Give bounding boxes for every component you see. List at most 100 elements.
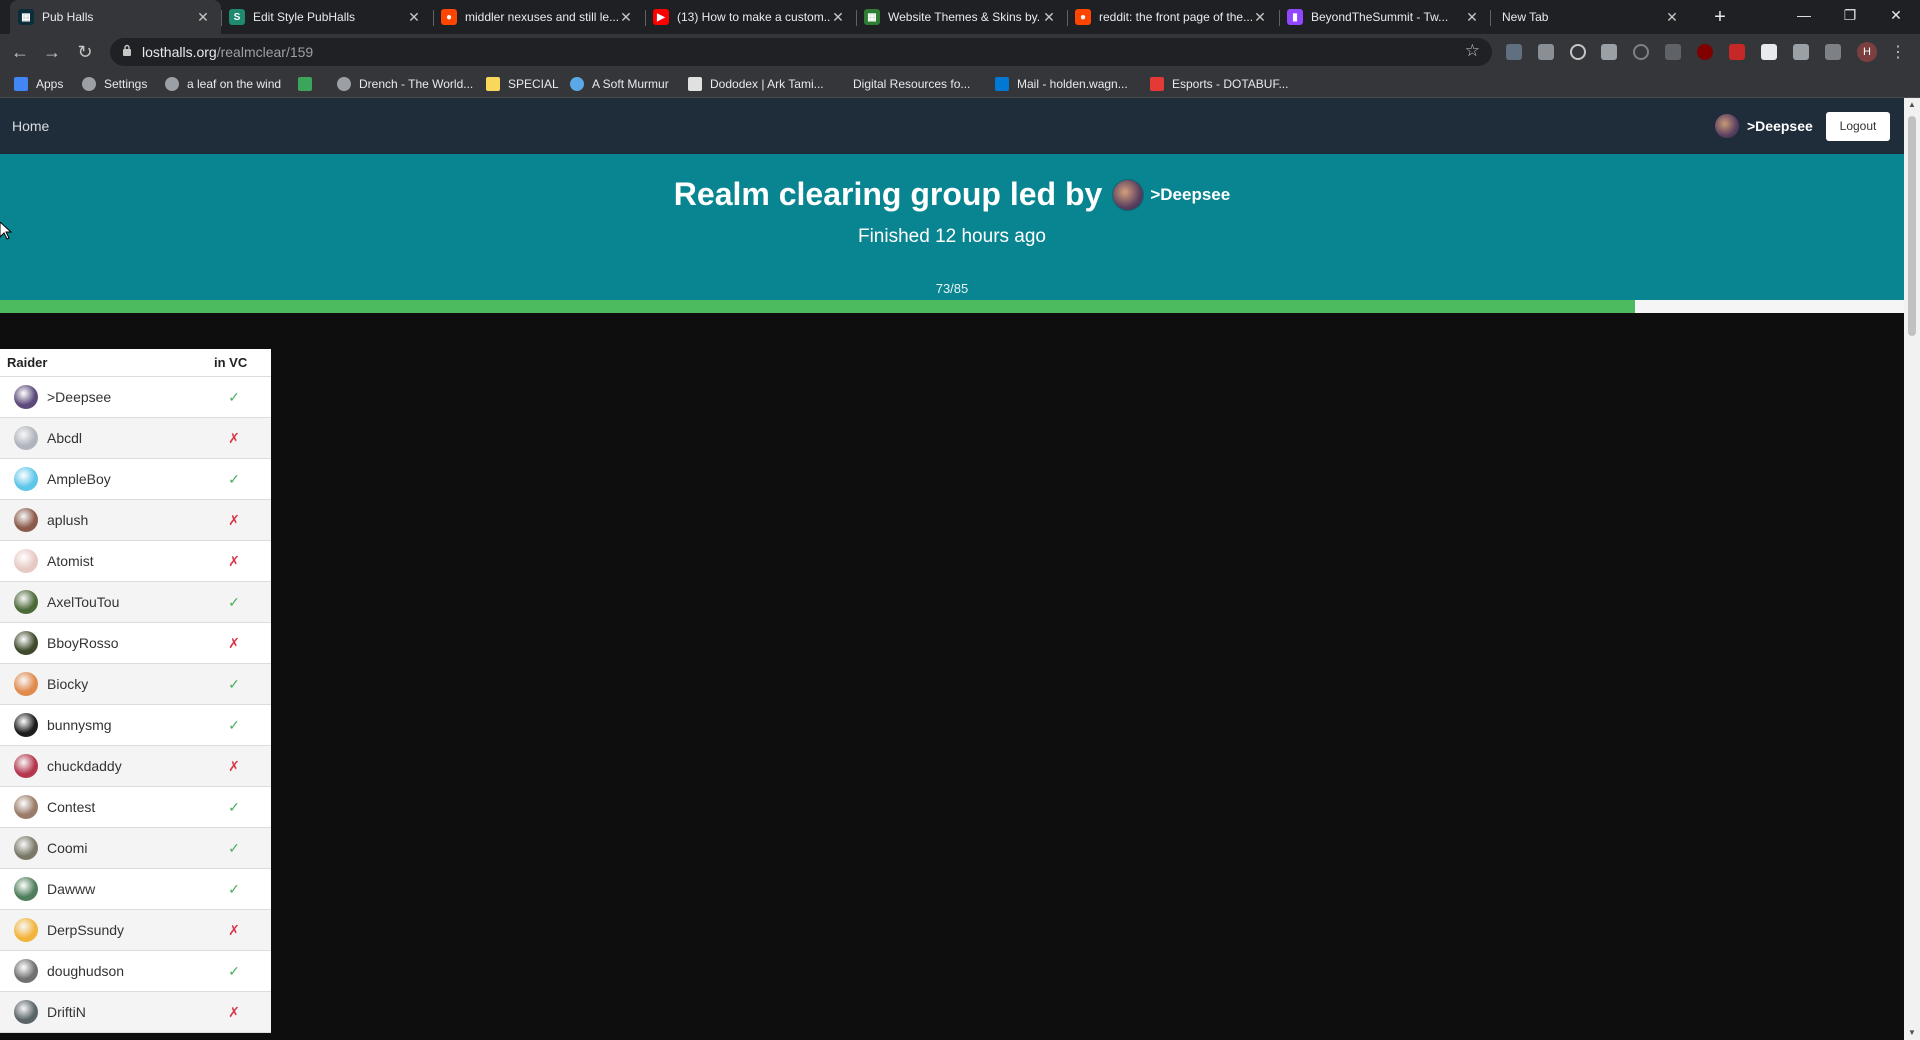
profile-avatar[interactable]: H: [1857, 42, 1877, 62]
close-tab-icon[interactable]: ✕: [1664, 9, 1680, 26]
raider-name[interactable]: AmpleBoy: [47, 471, 214, 487]
raider-name[interactable]: bunnysmg: [47, 717, 214, 733]
tab-title: reddit: the front page of the...: [1099, 10, 1252, 24]
hero-banner: Realm clearing group led by >Deepsee Fin…: [0, 154, 1904, 274]
bookmark-item[interactable]: A Soft Murmur: [570, 75, 669, 93]
avatar: [14, 549, 38, 573]
table-row: BboyRosso ✗: [0, 623, 271, 664]
page-scrollbar[interactable]: ▲ ▼: [1904, 98, 1920, 1040]
raider-name[interactable]: Abcdl: [47, 430, 214, 446]
bookmark-item[interactable]: [298, 75, 320, 93]
browser-tab[interactable]: ● reddit: the front page of the... ✕: [1067, 0, 1278, 34]
forward-arrow-icon[interactable]: →: [40, 40, 64, 64]
stylus-extension-icon[interactable]: [1761, 44, 1777, 60]
browser-tab[interactable]: New Tab ✕: [1490, 0, 1690, 34]
close-tab-icon[interactable]: ✕: [618, 9, 634, 26]
bookmark-label: Drench - The World...: [359, 77, 474, 91]
extension-icon[interactable]: [1601, 44, 1617, 60]
raider-name[interactable]: BboyRosso: [47, 635, 214, 651]
tab-title: Edit Style PubHalls: [253, 10, 356, 24]
back-arrow-icon[interactable]: ←: [8, 40, 32, 64]
bookmark-label: SPECIAL: [508, 77, 559, 91]
bookmark-item[interactable]: SPECIAL: [486, 75, 559, 93]
raider-name[interactable]: Contest: [47, 799, 214, 815]
scrollbar-thumb[interactable]: [1908, 116, 1916, 336]
mouse-cursor-icon: [0, 222, 12, 240]
raider-name[interactable]: Biocky: [47, 676, 214, 692]
browser-toolbar: ← → ↻ losthalls.org/realmclear/159 ☆ H ⋮: [0, 34, 1920, 70]
raider-name[interactable]: DerpSsundy: [47, 922, 214, 938]
logout-button[interactable]: Logout: [1826, 112, 1890, 141]
new-tab-button[interactable]: +: [1708, 5, 1732, 29]
table-row: AxelTouTou ✓: [0, 582, 271, 623]
raider-name[interactable]: AxelTouTou: [47, 594, 214, 610]
address-bar[interactable]: losthalls.org/realmclear/159 ☆: [110, 38, 1492, 66]
ublock-icon[interactable]: [1697, 44, 1713, 60]
extension-icon[interactable]: [1729, 44, 1745, 60]
browser-tab[interactable]: S Edit Style PubHalls ✕: [221, 0, 432, 34]
bookmark-item[interactable]: Apps: [14, 75, 63, 93]
cross-icon: ✗: [228, 511, 240, 528]
close-tab-icon[interactable]: ✕: [406, 9, 422, 26]
browser-tab[interactable]: ▦ Pub Halls ✕: [10, 0, 221, 34]
extension-icon[interactable]: [1633, 44, 1649, 60]
browser-tab[interactable]: ● middler nexuses and still le... ✕: [433, 0, 644, 34]
close-tab-icon[interactable]: ✕: [1252, 9, 1268, 26]
extension-icon[interactable]: [1570, 44, 1586, 60]
close-tab-icon[interactable]: ✕: [1041, 9, 1057, 26]
extension-icon[interactable]: [1506, 44, 1522, 60]
nav-home-link[interactable]: Home: [12, 118, 49, 134]
raider-name[interactable]: DriftiN: [47, 1004, 214, 1020]
bookmark-item[interactable]: Digital Resources fo...: [853, 75, 970, 93]
check-icon: ✓: [228, 839, 240, 856]
restore-icon[interactable]: ❐: [1827, 0, 1873, 30]
bookmark-star-icon[interactable]: ☆: [1465, 41, 1480, 61]
tab-title: (13) How to make a custom...: [677, 10, 830, 24]
reddit-tab-icon: ●: [441, 9, 457, 25]
scroll-down-arrow-icon[interactable]: ▼: [1908, 1028, 1916, 1037]
browser-tab[interactable]: ▦ Website Themes & Skins by... ✕: [856, 0, 1067, 34]
bookmark-item[interactable]: Esports - DOTABUF...: [1150, 75, 1288, 93]
close-tab-icon[interactable]: ✕: [830, 9, 846, 26]
bookmarks-bar: Apps Settings a leaf on the wind Drench - T…: [0, 70, 1920, 98]
close-window-icon[interactable]: ✕: [1873, 0, 1919, 30]
raider-name[interactable]: >Deepsee: [47, 389, 214, 405]
raider-name[interactable]: Dawww: [47, 881, 214, 897]
leader-avatar: [1112, 178, 1145, 211]
mute-extension-icon[interactable]: [1665, 44, 1681, 60]
avatar: [14, 590, 38, 614]
browser-tab[interactable]: ▮ BeyondTheSummit - Tw... ✕: [1279, 0, 1490, 34]
nav-user[interactable]: >Deepsee: [1715, 114, 1813, 138]
bookmark-item[interactable]: Mail - holden.wagn...: [995, 75, 1128, 93]
cross-icon: ✗: [228, 429, 240, 446]
scroll-up-arrow-icon[interactable]: ▲: [1908, 100, 1916, 109]
leader-name[interactable]: >Deepsee: [1150, 185, 1230, 205]
bookmark-item[interactable]: Dododex | Ark Tami...: [688, 75, 824, 93]
reload-icon[interactable]: ↻: [73, 40, 97, 64]
raider-name[interactable]: chuckdaddy: [47, 758, 214, 774]
media-control-icon[interactable]: [1825, 44, 1841, 60]
raider-name[interactable]: Coomi: [47, 840, 214, 856]
tab-title: Pub Halls: [42, 10, 94, 24]
tab-separator: [1067, 10, 1068, 26]
raider-name[interactable]: aplush: [47, 512, 214, 528]
minimize-icon[interactable]: —: [1781, 0, 1827, 30]
table-row: Dawww ✓: [0, 869, 271, 910]
tab-title: New Tab: [1502, 10, 1549, 24]
bookmark-item[interactable]: Settings: [82, 75, 147, 93]
close-tab-icon[interactable]: ✕: [195, 9, 211, 26]
tab-separator: [1490, 10, 1491, 26]
bookmark-label: Esports - DOTABUF...: [1172, 77, 1289, 91]
puzzle-extensions-icon[interactable]: [1793, 44, 1809, 60]
bookmark-item[interactable]: Drench - The World...: [337, 75, 473, 93]
menu-kebab-icon[interactable]: ⋮: [1890, 42, 1906, 62]
extension-icon[interactable]: [1538, 44, 1554, 60]
close-tab-icon[interactable]: ✕: [1464, 9, 1480, 26]
bookmark-label: Dododex | Ark Tami...: [710, 77, 824, 91]
table-row: chuckdaddy ✗: [0, 746, 271, 787]
browser-tab[interactable]: ▶ (13) How to make a custom... ✕: [645, 0, 856, 34]
raider-name[interactable]: doughudson: [47, 963, 214, 979]
bookmark-label: a leaf on the wind: [187, 77, 282, 91]
raider-name[interactable]: Atomist: [47, 553, 214, 569]
bookmark-item[interactable]: a leaf on the wind: [165, 75, 281, 93]
